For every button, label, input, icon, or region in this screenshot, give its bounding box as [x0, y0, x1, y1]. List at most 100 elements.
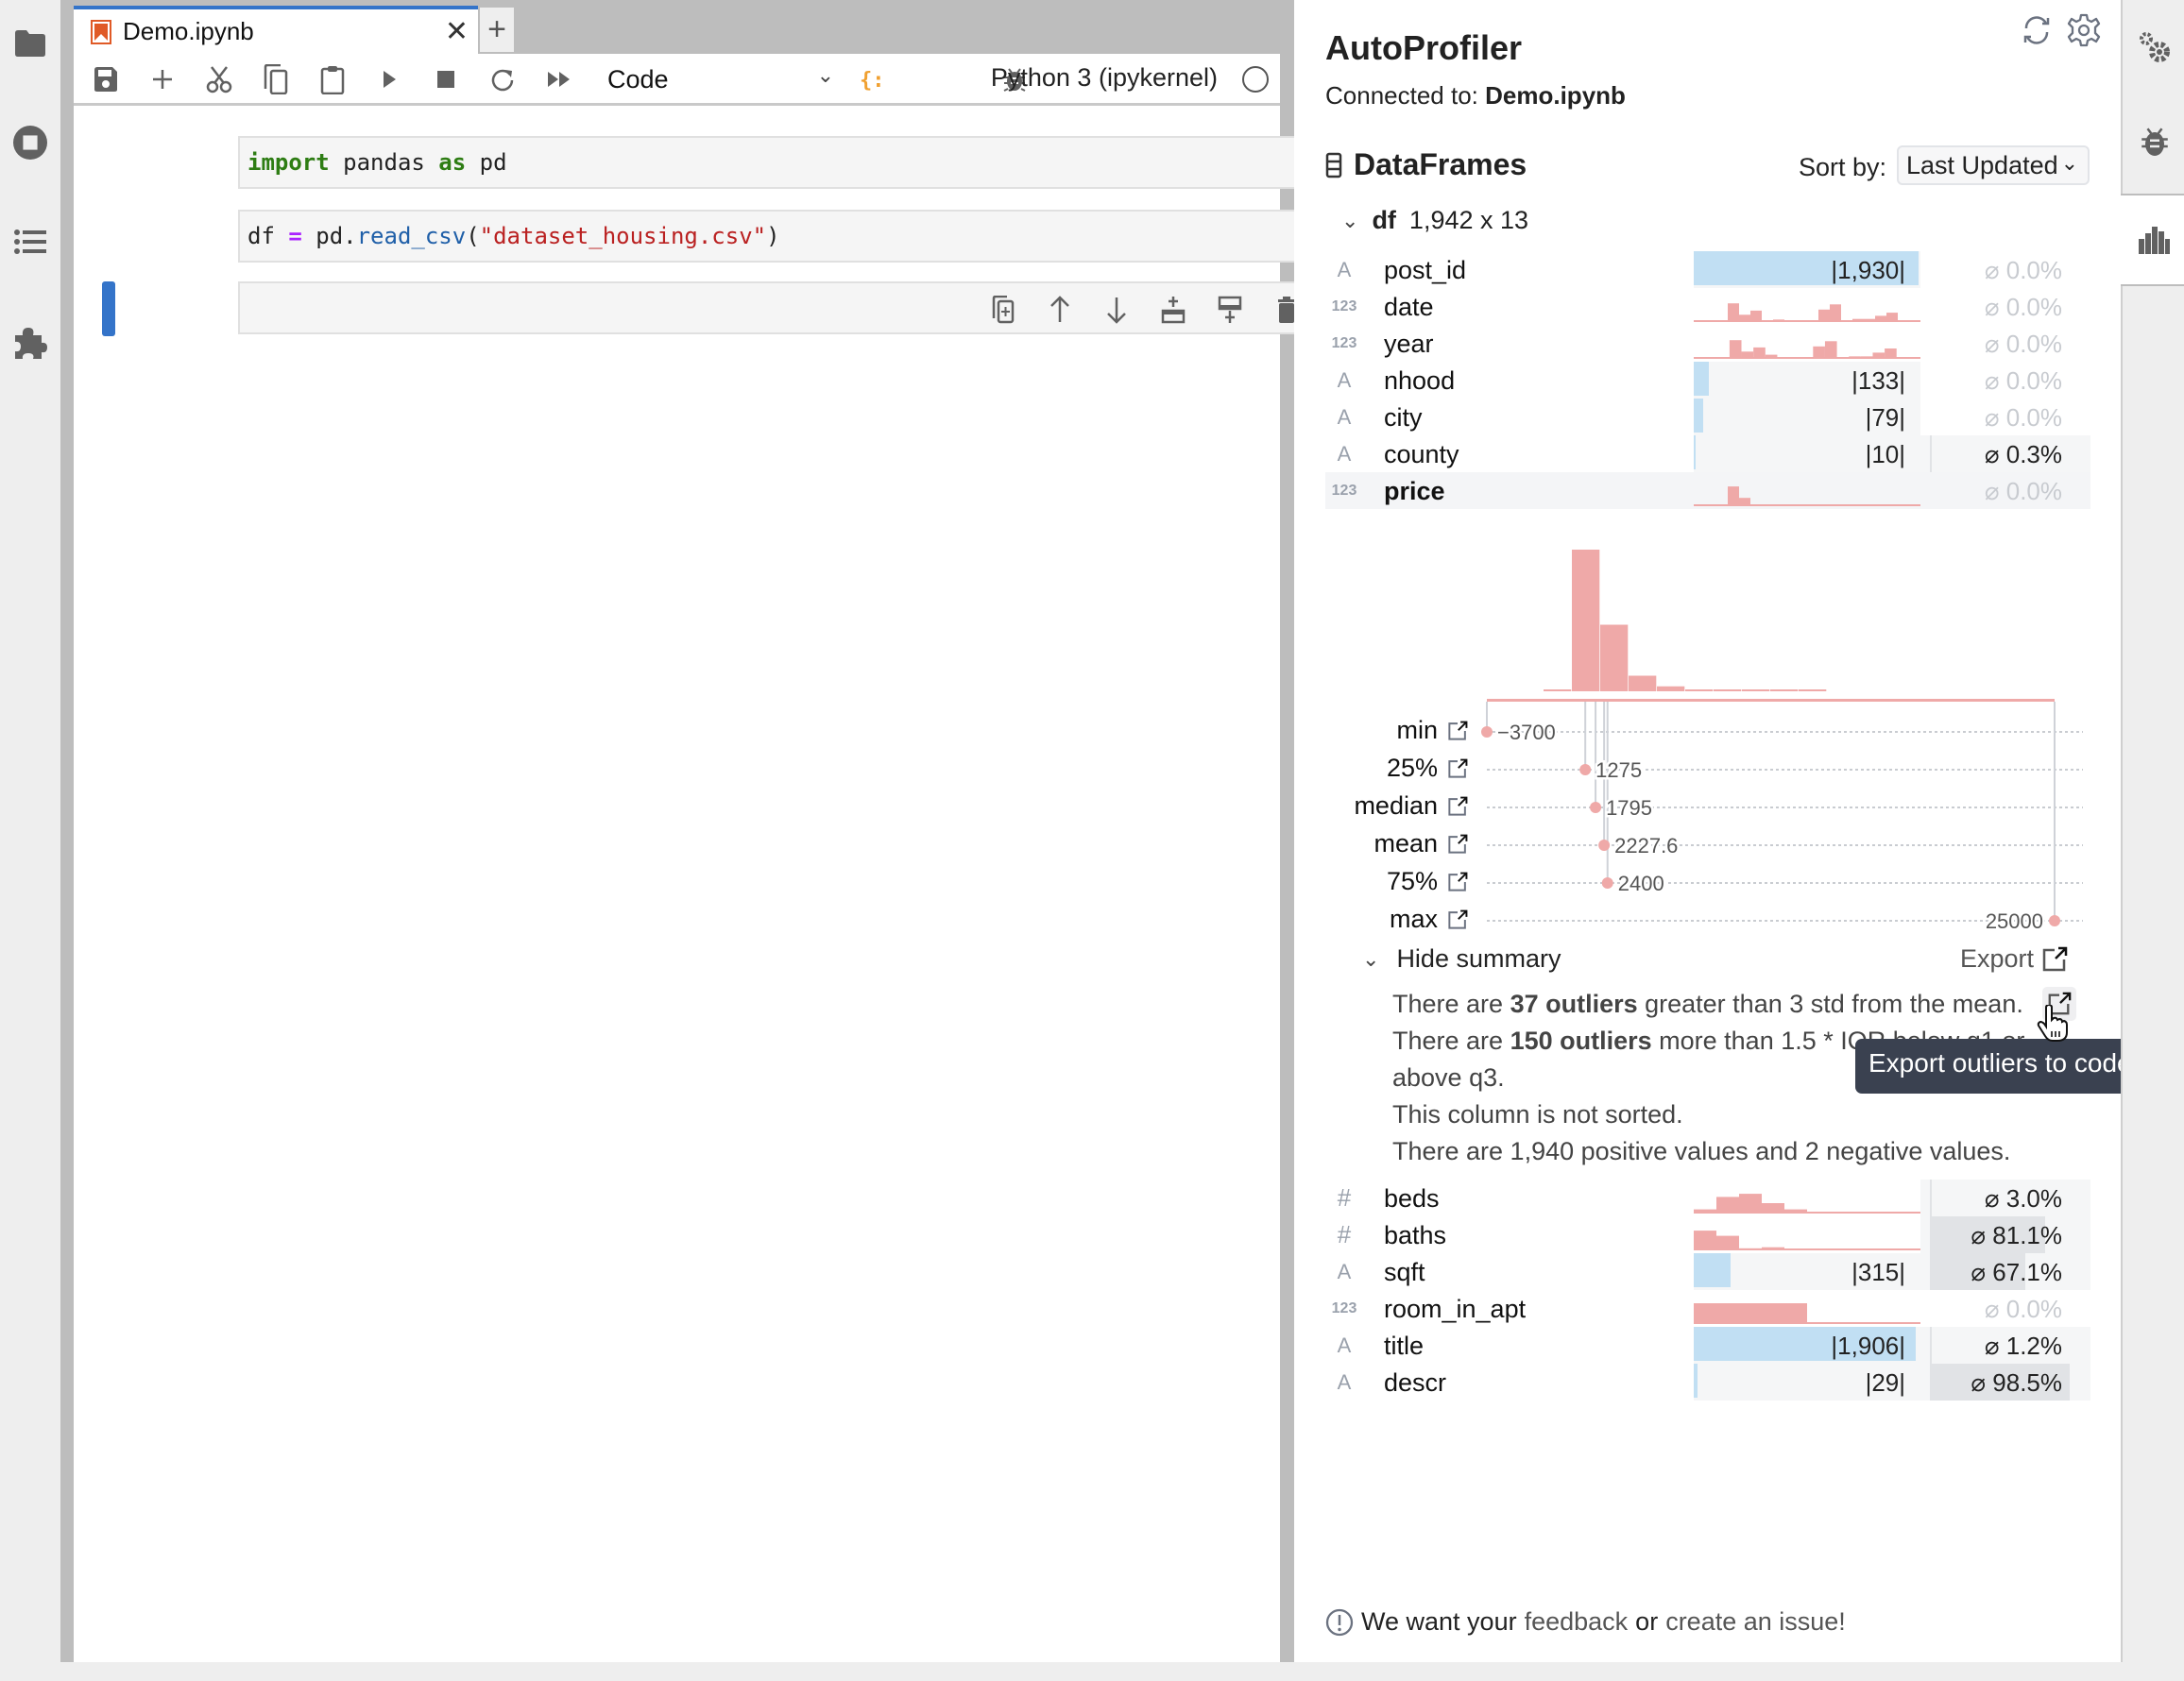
dataframe-shape: 1,942 x 13 — [1408, 206, 1529, 234]
code-cell-active[interactable]: [ ]: — [74, 281, 1324, 336]
missing-values-cell: ⌀ 0.0% — [1920, 399, 2090, 435]
insert-cell-below-button[interactable] — [1213, 293, 1247, 327]
unique-values-bar: |133| — [1694, 362, 1920, 399]
stat-row-label: max — [1332, 905, 1474, 937]
stat-value: −3700 — [1497, 721, 1556, 744]
column-name: descr — [1384, 1368, 1447, 1397]
code-cell[interactable]: [2]: df = pd.read_csv("dataset_housing.c… — [74, 210, 1324, 263]
missing-percent: ⌀ 67.1% — [1971, 1258, 2062, 1286]
settings-button[interactable] — [2067, 13, 2105, 51]
column-name: city — [1384, 403, 1423, 432]
unique-values-bar: |1,906| — [1694, 1327, 1920, 1364]
summary-line: There are 37 outliers greater than 3 std… — [1392, 990, 2023, 1019]
stat-marker — [1481, 726, 1493, 738]
column-row[interactable]: # beds ⌀ 3.0% — [1325, 1180, 2090, 1216]
column-row[interactable]: 123 price ⌀ 0.0% — [1325, 472, 2090, 509]
sparkline-bar — [1852, 318, 1864, 322]
cell-type-dropdown[interactable]: Code ⌄ — [607, 61, 834, 97]
column-row[interactable]: 123 date ⌀ 0.0% — [1325, 288, 2090, 325]
insert-cell-button[interactable] — [144, 63, 181, 95]
toc-icon[interactable] — [13, 225, 47, 259]
sparkline-histogram — [1694, 1303, 1920, 1324]
extension-icon[interactable] — [13, 326, 47, 360]
missing-values-cell: ⌀ 1.2% — [1920, 1327, 2090, 1364]
missing-percent: ⌀ 0.0% — [1984, 1295, 2062, 1323]
cell-editor[interactable]: df = pd.read_csv("dataset_housing.csv") — [238, 210, 1324, 263]
autoprofiler-icon — [2138, 227, 2170, 254]
column-row[interactable]: A post_id |1,930| ⌀ 0.0% — [1325, 251, 2090, 288]
code-token: as — [438, 149, 467, 176]
column-row[interactable]: 123 year ⌀ 0.0% — [1325, 325, 2090, 362]
sparkline-bar — [1739, 1303, 1750, 1324]
gear-icon — [2067, 13, 2101, 47]
refresh-button[interactable] — [2020, 13, 2057, 51]
missing-values-cell: ⌀ 0.0% — [1920, 472, 2090, 509]
autoprofiler-tab[interactable] — [2121, 194, 2184, 286]
dataframe-toggle[interactable]: ⌄ df 1,942 x 13 — [1341, 206, 1528, 235]
cut-button[interactable] — [200, 63, 238, 95]
external-link-icon — [1448, 909, 1468, 929]
column-row[interactable]: 123 room_in_apt ⌀ 0.0% — [1325, 1290, 2090, 1327]
sparkline-bar — [1716, 1303, 1728, 1324]
debugger-tab[interactable] — [2123, 113, 2184, 170]
sparkline-bar — [1739, 1194, 1750, 1214]
code-token: df — [247, 223, 289, 249]
export-stat-button[interactable] — [1447, 758, 1468, 784]
sparkline-bar — [1705, 1231, 1716, 1250]
move-cell-down-button[interactable] — [1100, 293, 1134, 327]
paste-button[interactable] — [314, 63, 351, 95]
folder-icon[interactable] — [13, 26, 47, 60]
column-type-icon: 123 — [1331, 335, 1357, 351]
column-row[interactable]: A title |1,906| ⌀ 1.2% — [1325, 1327, 2090, 1364]
missing-values-cell: ⌀ 0.3% — [1920, 435, 2090, 472]
running-icon[interactable] — [13, 126, 47, 160]
sparkline-bar — [1849, 356, 1861, 359]
stat-value: 1795 — [1606, 796, 1652, 820]
interrupt-button[interactable] — [427, 63, 465, 95]
run-all-button[interactable] — [540, 63, 578, 95]
kernel-status-icon — [1242, 66, 1269, 93]
restart-button[interactable] — [484, 63, 521, 95]
save-button[interactable] — [87, 63, 125, 95]
run-button[interactable] — [370, 63, 408, 95]
column-row[interactable]: A descr |29| ⌀ 98.5% — [1325, 1364, 2090, 1401]
debugger-variables-button[interactable]: {:} — [854, 63, 892, 95]
export-stat-button[interactable] — [1447, 721, 1468, 746]
duplicate-icon — [992, 296, 1015, 324]
summary-line: above q3. — [1392, 1063, 1505, 1093]
export-summary-button[interactable]: Export — [1960, 944, 2068, 974]
column-row[interactable]: A county |10| ⌀ 0.3% — [1325, 435, 2090, 472]
kernel-name[interactable]: Python 3 (ipykernel) — [991, 63, 1218, 93]
column-row[interactable]: A sqft |315| ⌀ 67.1% — [1325, 1253, 2090, 1290]
column-row[interactable]: A nhood |133| ⌀ 0.0% — [1325, 362, 2090, 399]
insert-cell-above-button[interactable] — [1156, 293, 1190, 327]
sort-by-select[interactable]: Last Updated ⌄ — [1897, 145, 2090, 185]
column-type-icon: A — [1337, 1260, 1352, 1283]
sparkline-bar — [1818, 309, 1830, 322]
hide-summary-toggle[interactable]: ⌄ Hide summary — [1362, 944, 1561, 974]
create-issue-link[interactable]: create an issue! — [1665, 1607, 1846, 1637]
duplicate-cell-button[interactable] — [986, 293, 1020, 327]
column-type-icon: 123 — [1331, 483, 1357, 499]
cell-editor[interactable]: import pandas as pd — [238, 136, 1324, 189]
missing-percent: ⌀ 0.0% — [1984, 477, 2062, 505]
export-stat-button[interactable] — [1447, 796, 1468, 822]
copy-button[interactable] — [257, 63, 295, 95]
feedback-link[interactable]: feedback — [1525, 1607, 1629, 1637]
column-type-icon: A — [1337, 368, 1352, 392]
cell-editor[interactable] — [238, 281, 1324, 334]
column-row[interactable]: A city |79| ⌀ 0.0% — [1325, 399, 2090, 435]
code-token: = — [288, 223, 302, 249]
column-row[interactable]: # baths ⌀ 81.1% — [1325, 1216, 2090, 1253]
close-tab-icon[interactable]: ✕ — [445, 15, 469, 48]
move-cell-up-button[interactable] — [1043, 293, 1077, 327]
sparkline-bar — [1830, 304, 1841, 322]
column-name: room_in_apt — [1384, 1295, 1527, 1323]
property-inspector-tab[interactable] — [2123, 19, 2184, 76]
tab-demo-notebook[interactable]: Demo.ipynb ✕ — [74, 6, 478, 54]
code-cell[interactable]: [1]: import pandas as pd — [74, 136, 1324, 189]
export-stat-button[interactable] — [1447, 872, 1468, 897]
export-stat-button[interactable] — [1447, 909, 1468, 935]
export-stat-button[interactable] — [1447, 834, 1468, 859]
new-tab-button[interactable]: + — [480, 8, 514, 52]
